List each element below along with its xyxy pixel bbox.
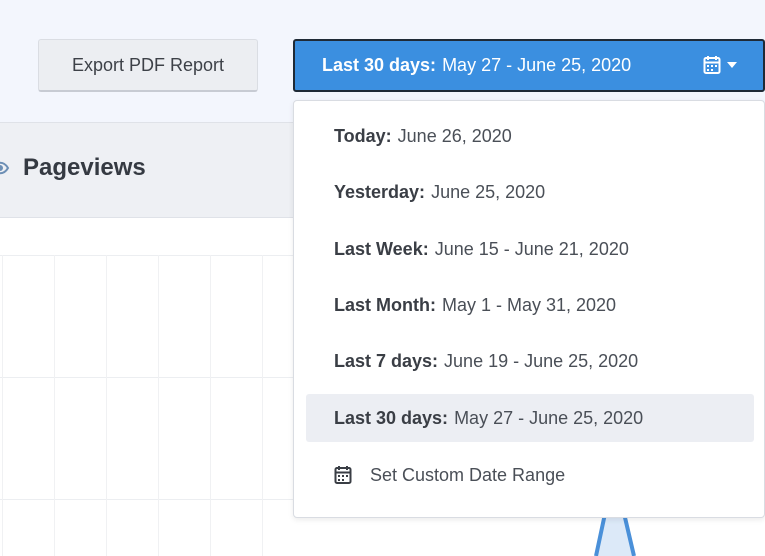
date-option-label: Last 7 days: [334, 350, 439, 371]
date-range-toggle[interactable] [703, 55, 737, 75]
export-pdf-button[interactable]: Export PDF Report [38, 39, 258, 92]
date-option-value: June 25, 2020 [431, 181, 546, 202]
date-option-value: June 19 - June 25, 2020 [444, 350, 639, 371]
date-option-last-month[interactable]: Last Month: May 1 - May 31, 2020 [306, 281, 754, 329]
date-option-today[interactable]: Today: June 26, 2020 [306, 112, 754, 160]
date-option-label: Last Month: [334, 294, 436, 315]
eye-icon [0, 161, 10, 175]
custom-date-range-label: Set Custom Date Range [370, 464, 566, 485]
page: Export PDF Report Last 30 days: May 27 -… [0, 0, 765, 556]
date-option-last-7-days[interactable]: Last 7 days: June 19 - June 25, 2020 [306, 337, 754, 385]
date-option-label: Last 30 days: [334, 407, 449, 428]
date-option-label: Yesterday: [334, 181, 426, 202]
date-option-value: May 27 - June 25, 2020 [454, 407, 644, 428]
caret-down-icon [727, 62, 737, 68]
date-range-dropdown: Today: June 26, 2020 Yesterday: June 25,… [293, 100, 765, 518]
date-range-value: May 27 - June 25, 2020 [442, 55, 632, 75]
date-range-label: Last 30 days: [322, 55, 437, 75]
date-option-value: May 1 - May 31, 2020 [441, 294, 617, 315]
date-option-last-week[interactable]: Last Week: June 15 - June 21, 2020 [306, 225, 754, 273]
date-option-last-30-days[interactable]: Last 30 days: May 27 - June 25, 2020 [306, 394, 754, 442]
date-option-yesterday[interactable]: Yesterday: June 25, 2020 [306, 168, 754, 216]
export-pdf-label: Export PDF Report [71, 54, 225, 75]
set-custom-date-range[interactable]: Set Custom Date Range [306, 451, 754, 499]
date-option-label: Last Week: [334, 238, 429, 259]
date-range-button[interactable]: Last 30 days: May 27 - June 25, 2020 [293, 39, 765, 92]
date-option-label: Today: [334, 125, 392, 146]
section-title: Pageviews [23, 154, 146, 181]
calendar-icon [703, 56, 721, 74]
calendar-icon [334, 466, 352, 484]
date-option-value: June 26, 2020 [397, 125, 512, 146]
date-option-value: June 15 - June 21, 2020 [434, 238, 629, 259]
